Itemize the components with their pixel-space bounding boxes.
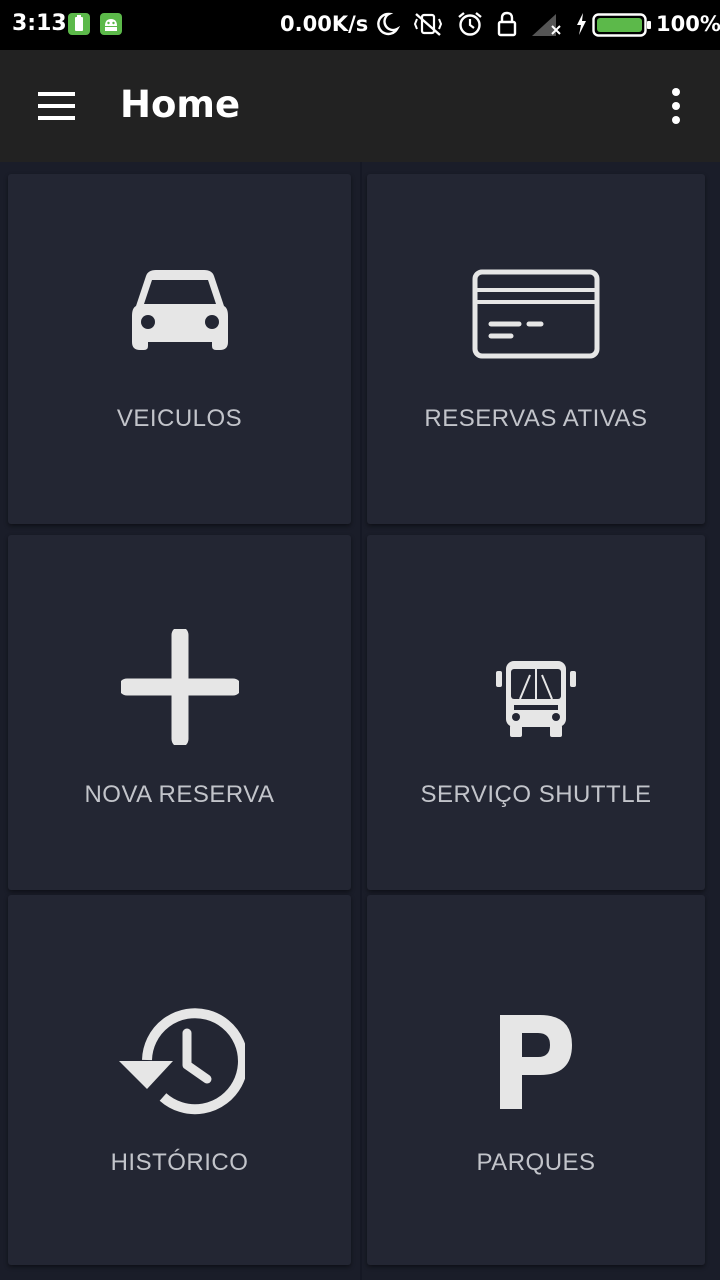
battery-icon [592, 13, 652, 41]
alarm-icon [456, 10, 484, 42]
app-bar: Home [0, 50, 720, 162]
status-time: 3:13 [12, 11, 67, 36]
grid-divider [360, 162, 362, 1280]
tile-servico-shuttle[interactable]: SERVIÇO SHUTTLE [367, 535, 705, 890]
lock-icon [496, 10, 518, 42]
moon-icon [374, 10, 401, 42]
bus-icon [367, 657, 705, 741]
plus-icon [8, 629, 351, 745]
network-speed: 0.00K/s [280, 12, 369, 36]
tile-label: SERVIÇO SHUTTLE [420, 781, 652, 808]
page-title: Home [120, 83, 241, 126]
credit-card-icon [367, 268, 705, 360]
tile-label: PARQUES [476, 1149, 596, 1176]
charging-icon [574, 10, 588, 42]
tile-label: VEICULOS [116, 405, 243, 432]
battery-notification-icon [68, 13, 90, 35]
tile-label: NOVA RESERVA [84, 781, 275, 808]
tile-veiculos[interactable]: VEICULOS [8, 174, 351, 524]
car-icon [8, 268, 351, 358]
status-bar: 3:13 0.00K/s 100% [0, 0, 720, 50]
more-vertical-icon[interactable] [652, 80, 700, 132]
tile-parques[interactable]: PARQUES [367, 895, 705, 1265]
battery-percentage: 100% [656, 12, 720, 36]
history-icon [8, 1005, 351, 1115]
vibrate-off-icon [412, 10, 444, 42]
home-grid: VEICULOS RESERVAS ATIVAS NOVA RESERVA SE… [0, 162, 720, 1280]
tile-reservas-ativas[interactable]: RESERVAS ATIVAS [367, 174, 705, 524]
hamburger-menu-icon[interactable] [24, 78, 88, 134]
tile-label: HISTÓRICO [110, 1149, 249, 1176]
tile-historico[interactable]: HISTÓRICO [8, 895, 351, 1265]
tile-label: RESERVAS ATIVAS [424, 405, 648, 432]
android-notification-icon [100, 13, 122, 35]
parking-icon [367, 1013, 705, 1111]
signal-icon [530, 10, 564, 42]
tile-nova-reserva[interactable]: NOVA RESERVA [8, 535, 351, 890]
